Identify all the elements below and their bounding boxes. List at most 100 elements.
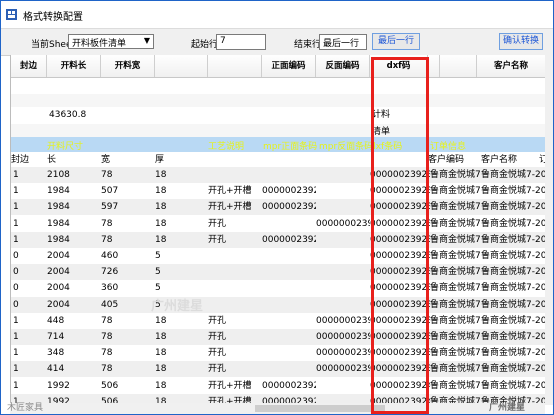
table-cell[interactable]: 1 <box>13 199 47 215</box>
start-row-input[interactable]: 7 <box>216 34 266 50</box>
table-cell[interactable]: 0 <box>13 297 47 313</box>
table-cell[interactable]: 448 <box>47 313 101 329</box>
table-cell[interactable]: 鲁商金悦城7-2 <box>430 199 481 215</box>
table-cell[interactable]: 78 <box>101 313 155 329</box>
table-cell[interactable]: 1984 <box>47 216 101 232</box>
table-cell[interactable]: 0 <box>13 264 47 280</box>
table-row[interactable]: 1198459718开孔+开槽0000002392300000023923000… <box>11 199 546 216</box>
table-row[interactable]: 119847818开孔00000023923000000239232鲁商金悦城7… <box>11 231 546 248</box>
table-cell[interactable]: 鲁商金悦城7-20 <box>481 183 546 199</box>
table-cell[interactable]: 1984 <box>47 183 101 199</box>
table-cell[interactable]: 00000023923 <box>262 232 316 248</box>
table-cell[interactable]: 78 <box>101 232 155 248</box>
table-cell[interactable]: 414 <box>47 361 101 377</box>
table-cell[interactable]: 18 <box>155 183 208 199</box>
table-cell[interactable]: 5 <box>155 280 208 296</box>
table-cell[interactable]: 18 <box>155 345 208 361</box>
table-row[interactable] <box>11 78 546 94</box>
header-cell[interactable]: 开料宽 <box>101 55 155 77</box>
table-cell[interactable]: 000000023923 <box>316 345 370 361</box>
table-row[interactable]: 13487818开孔000000023923000000239232鲁商金悦城7… <box>11 345 546 361</box>
table-cell[interactable]: 鲁商金悦城7-2 <box>430 378 481 394</box>
table-row[interactable]: 14147818开孔000000023923000000239232鲁商金悦城7… <box>11 361 546 378</box>
table-cell[interactable]: 18 <box>155 378 208 394</box>
table-cell[interactable]: 000000023923 <box>316 361 370 377</box>
table-row[interactable]: 020047265000000239232鲁商金悦城7-2鲁商金悦城7-20 <box>11 264 546 281</box>
table-cell[interactable]: 鲁商金悦城7-2 <box>430 216 481 232</box>
table-cell[interactable]: 506 <box>101 378 155 394</box>
table-cell[interactable]: 0 <box>13 280 47 296</box>
table-cell[interactable]: 1 <box>13 378 47 394</box>
table-row[interactable]: 1198450718开孔+开槽0000002392200000023923000… <box>11 183 546 199</box>
sheet-select[interactable]: 开料板件清单 ▼ <box>68 34 154 49</box>
table-cell[interactable]: 鲁商金悦城7-20 <box>481 345 546 361</box>
table-cell[interactable]: 460 <box>101 248 155 264</box>
table-cell[interactable]: 18 <box>155 216 208 232</box>
table-cell[interactable]: 18 <box>155 199 208 215</box>
table-cell[interactable]: 726 <box>101 264 155 280</box>
table-cell[interactable]: 鲁商金悦城7-2 <box>430 264 481 280</box>
table-cell[interactable]: 1 <box>13 313 47 329</box>
table-cell[interactable]: 开孔 <box>208 232 262 248</box>
table-cell[interactable]: 1992 <box>47 378 101 394</box>
table-cell[interactable]: 5 <box>155 248 208 264</box>
table-cell[interactable]: 鲁商金悦城7-2 <box>430 329 481 345</box>
header-cell[interactable] <box>440 55 477 77</box>
table-cell[interactable]: 714 <box>47 329 101 345</box>
table-cell[interactable]: 鲁商金悦城7-2 <box>430 232 481 248</box>
table-cell[interactable]: 1 <box>13 361 47 377</box>
table-cell[interactable]: 鲁商金悦城7-2 <box>430 280 481 296</box>
table-row[interactable]: 17147818开孔000000023923000000239232鲁商金悦城7… <box>11 329 546 345</box>
table-cell[interactable]: 18 <box>155 167 208 183</box>
table-cell[interactable]: 000000023923 <box>316 216 370 232</box>
header-cell[interactable]: 封边 <box>11 55 47 77</box>
table-cell[interactable]: 18 <box>155 313 208 329</box>
confirm-convert-button[interactable]: 确认转换 <box>499 33 543 50</box>
table-row[interactable]: 1199250618开孔+开槽0000002392400000023924000… <box>11 378 546 394</box>
table-cell[interactable]: 78 <box>101 361 155 377</box>
table-cell[interactable]: 开孔+开槽 <box>208 199 262 215</box>
table-row[interactable]: 121087818000000239232鲁商金悦城7-2鲁商金悦城7-20 <box>11 167 546 183</box>
end-row-input[interactable]: 最后一行 <box>319 34 367 50</box>
table-cell[interactable]: 405 <box>101 297 155 313</box>
table-cell[interactable]: 鲁商金悦城7-20 <box>481 329 546 345</box>
table-cell[interactable]: 18 <box>155 329 208 345</box>
table-cell[interactable]: 0000002392300000023923 <box>262 199 316 215</box>
table-cell[interactable]: 鲁商金悦城7-20 <box>481 216 546 232</box>
table-cell[interactable]: 0 <box>13 248 47 264</box>
data-grid[interactable]: 封边 开料长 开料宽 正面编码 反面编码 dxf码 客户名称 43630.8 计料… <box>10 55 546 405</box>
table-cell[interactable]: 开孔 <box>208 361 262 377</box>
header-cell[interactable]: 正面编码 <box>262 55 316 77</box>
table-cell[interactable]: 鲁商金悦城7-20 <box>481 199 546 215</box>
table-row[interactable]: 020043605000000239232鲁商金悦城7-2鲁商金悦城7-20 <box>11 280 546 296</box>
table-cell[interactable]: 2108 <box>47 167 101 183</box>
table-cell[interactable]: 鲁商金悦城7-2 <box>430 313 481 329</box>
header-cell[interactable] <box>208 55 262 77</box>
header-cell[interactable] <box>155 55 208 77</box>
last-row-button[interactable]: 最后一行 <box>372 33 420 50</box>
table-cell[interactable]: 鲁商金悦城7-20 <box>481 361 546 377</box>
table-cell[interactable]: 1 <box>13 232 47 248</box>
horizontal-scrollbar[interactable] <box>10 403 545 414</box>
table-cell[interactable]: 0000002392400000023924 <box>262 378 316 394</box>
table-cell[interactable]: 2004 <box>47 280 101 296</box>
table-cell[interactable]: 鲁商金悦城7-20 <box>481 232 546 248</box>
table-row[interactable]: 14487818开孔000000023923000000239232鲁商金悦城7… <box>11 313 546 329</box>
table-cell[interactable]: 开孔 <box>208 329 262 345</box>
table-cell[interactable]: 18 <box>155 232 208 248</box>
table-cell[interactable]: 78 <box>101 329 155 345</box>
table-cell[interactable]: 1 <box>13 167 47 183</box>
table-cell[interactable]: 1 <box>13 216 47 232</box>
table-cell[interactable]: 鲁商金悦城7-20 <box>481 280 546 296</box>
table-cell[interactable]: 2004 <box>47 297 101 313</box>
table-cell[interactable]: 鲁商金悦城7-20 <box>481 264 546 280</box>
table-cell[interactable]: 0000002392200000023923 <box>262 183 316 199</box>
table-cell[interactable]: 鲁商金悦城7-2 <box>430 248 481 264</box>
table-cell[interactable]: 348 <box>47 345 101 361</box>
table-cell[interactable]: 1 <box>13 329 47 345</box>
table-cell[interactable]: 鲁商金悦城7-20 <box>481 297 546 313</box>
table-cell[interactable]: 开孔+开槽 <box>208 378 262 394</box>
table-cell[interactable]: 78 <box>101 167 155 183</box>
scroll-thumb[interactable] <box>255 405 385 412</box>
table-cell[interactable]: 78 <box>101 216 155 232</box>
